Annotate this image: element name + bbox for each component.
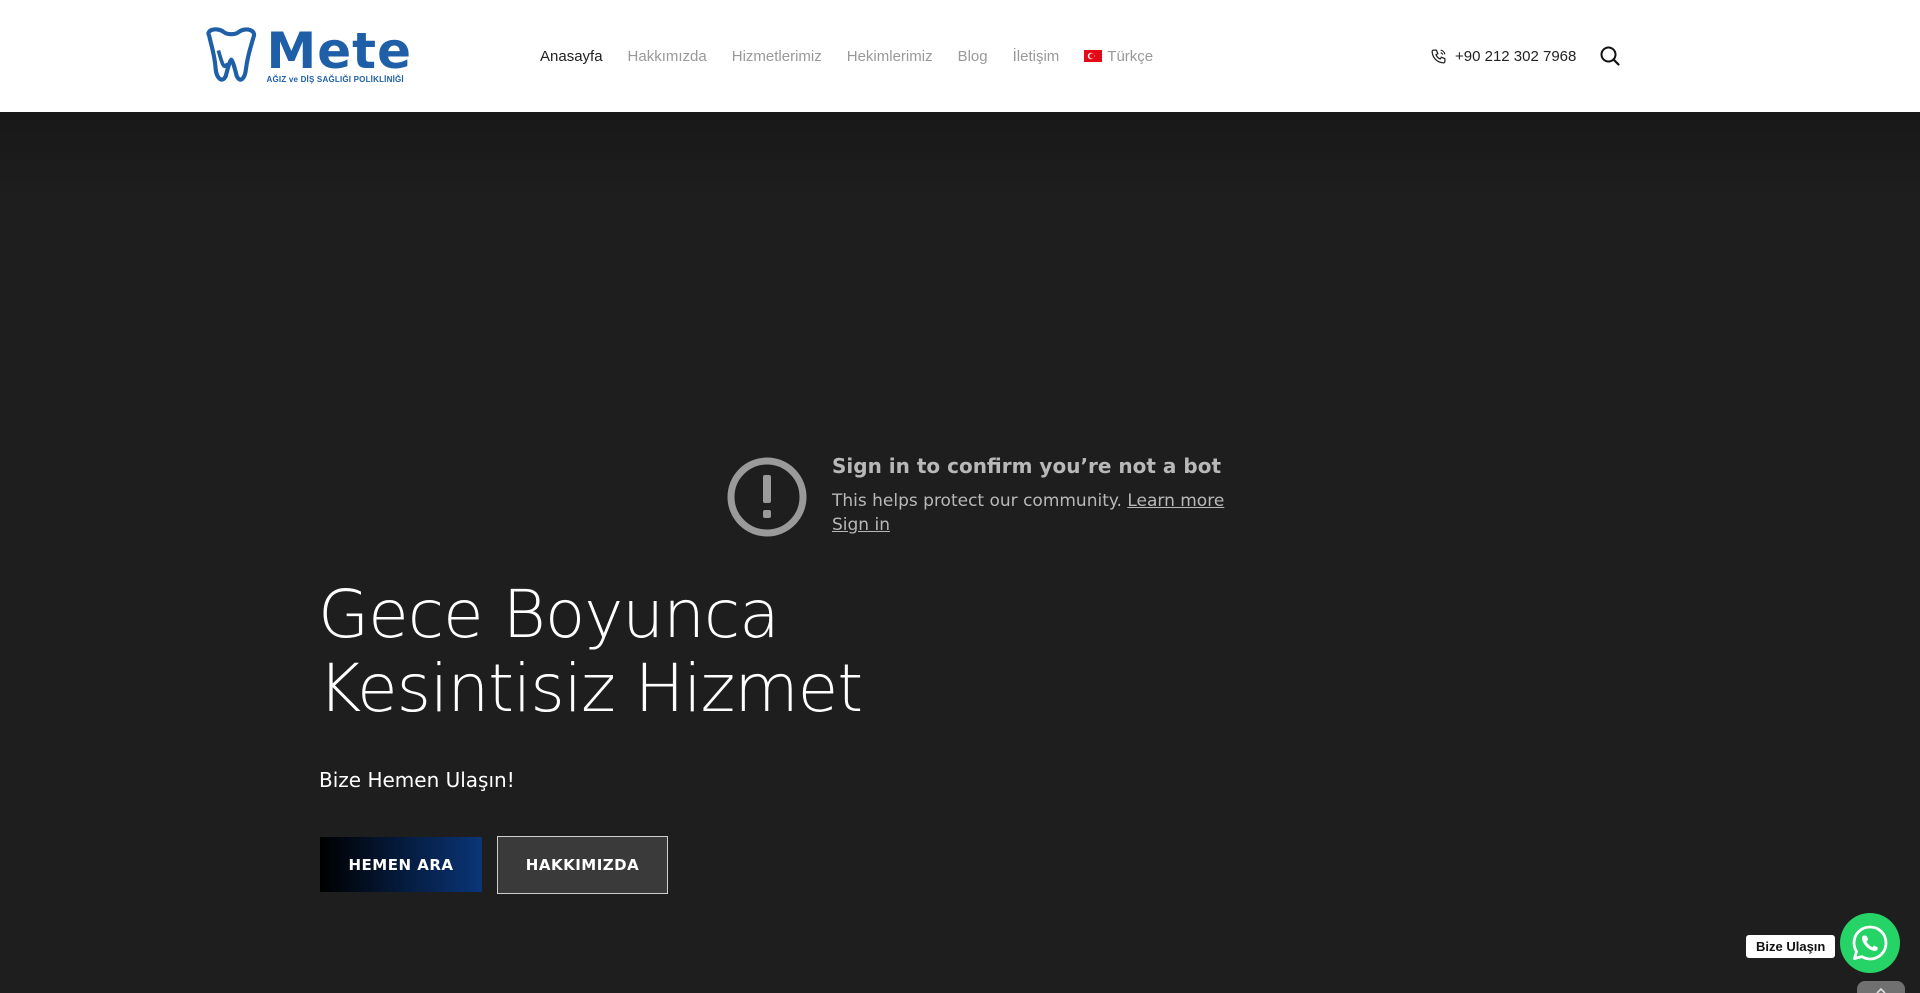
bot-check-notice: Sign in to confirm you’re not a bot This… bbox=[726, 454, 1246, 544]
nav-item-iletisim[interactable]: İletişim bbox=[1013, 48, 1060, 65]
logo-wordmark: Mete bbox=[266, 22, 412, 80]
nav-item-hekimlerimiz[interactable]: Hekimlerimiz bbox=[847, 48, 933, 65]
hero-title-line-1: Gece Boyunca bbox=[318, 576, 780, 653]
hero-title-line-2: Kesintisiz Hizmet bbox=[318, 650, 863, 727]
language-selector[interactable]: Türkçe bbox=[1084, 48, 1153, 65]
exclamation-circle-icon bbox=[727, 457, 807, 537]
search-button[interactable] bbox=[1598, 44, 1622, 68]
turkey-flag-icon bbox=[1084, 50, 1103, 62]
bot-notice-text: This helps protect our community. bbox=[832, 491, 1122, 511]
nav-item-hakkimizda[interactable]: Hakkımızda bbox=[628, 48, 707, 65]
logo-subtitle: AĞIZ ve DİŞ SAĞLIĞI POLİKLİNİĞİ bbox=[266, 75, 404, 84]
chevron-up-icon bbox=[1876, 987, 1886, 993]
whatsapp-label[interactable]: Bize Ulaşın bbox=[1746, 935, 1836, 958]
phone-number: +90 212 302 7968 bbox=[1455, 47, 1577, 65]
main-nav: Anasayfa Hakkımızda Hizmetlerimiz Hekiml… bbox=[540, 40, 1178, 72]
learn-more-link[interactable]: Learn more bbox=[1127, 491, 1224, 511]
phone-link[interactable]: +90 212 302 7968 bbox=[1430, 40, 1576, 72]
hero-subtitle: Bize Hemen Ulaşın! bbox=[319, 768, 515, 792]
site-logo[interactable]: Mete AĞIZ ve DİŞ SAĞLIĞI POLİKLİNİĞİ bbox=[200, 24, 412, 88]
call-now-button[interactable]: HEMEN ARA bbox=[320, 837, 482, 892]
site-header: Mete AĞIZ ve DİŞ SAĞLIĞI POLİKLİNİĞİ Ana… bbox=[0, 0, 1920, 112]
search-icon bbox=[1600, 46, 1620, 66]
whatsapp-icon bbox=[1852, 925, 1888, 961]
bot-notice-description: This helps protect our community. Learn … bbox=[832, 491, 1224, 511]
nav-item-hizmetlerimiz[interactable]: Hizmetlerimiz bbox=[732, 48, 822, 65]
nav-item-anasayfa[interactable]: Anasayfa bbox=[540, 48, 603, 65]
phone-icon bbox=[1431, 48, 1446, 64]
tooth-logo-icon bbox=[206, 27, 257, 82]
whatsapp-button[interactable] bbox=[1840, 913, 1900, 973]
hero-title: Gece Boyunca Kesintisiz Hizmet bbox=[318, 578, 1018, 726]
bot-notice-title: Sign in to confirm you’re not a bot bbox=[832, 454, 1222, 478]
sign-in-link[interactable]: Sign in bbox=[832, 515, 890, 535]
language-label: Türkçe bbox=[1107, 47, 1154, 65]
about-us-button[interactable]: HAKKIMIZDA bbox=[497, 836, 668, 894]
nav-item-blog[interactable]: Blog bbox=[958, 48, 988, 65]
hero-section bbox=[0, 112, 1920, 993]
scroll-to-top-button[interactable] bbox=[1857, 981, 1905, 993]
